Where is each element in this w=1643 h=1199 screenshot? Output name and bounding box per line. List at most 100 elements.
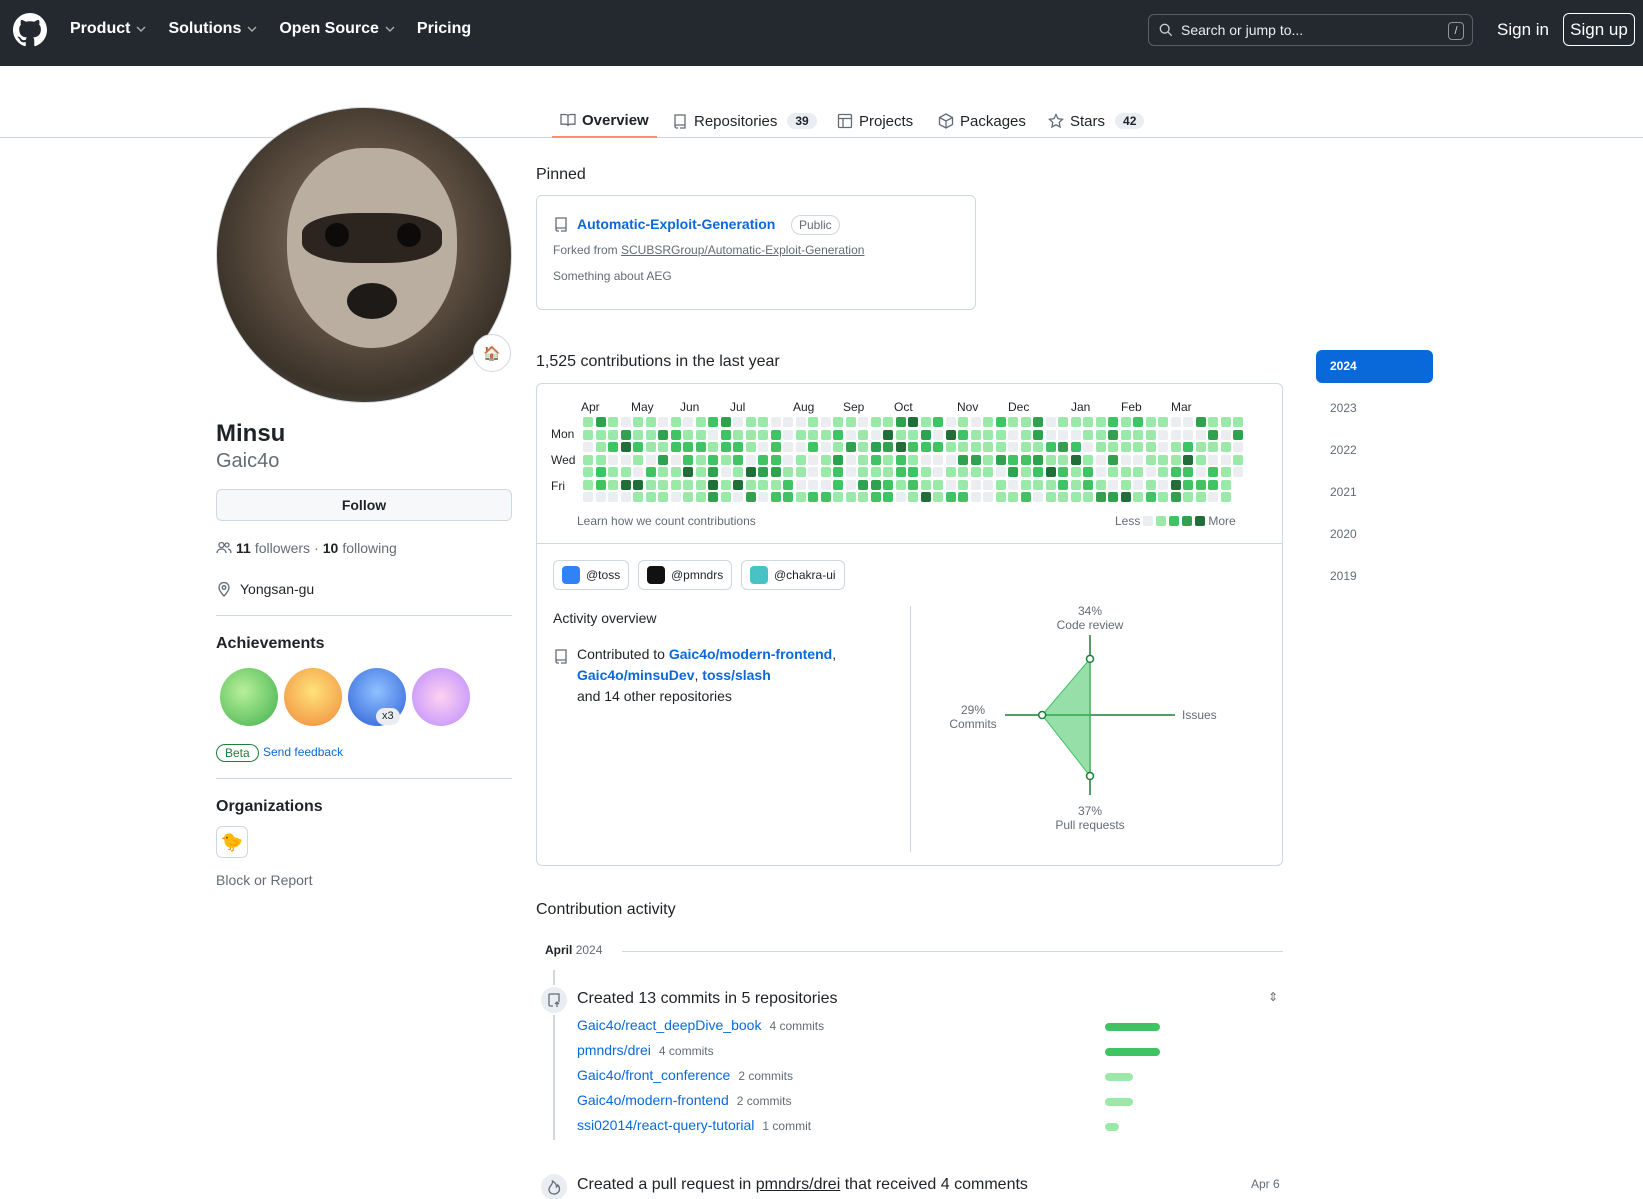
contribution-day-cell[interactable] <box>683 479 693 490</box>
contribution-day-cell[interactable] <box>758 429 768 440</box>
contribution-day-cell[interactable] <box>1183 492 1193 502</box>
contribution-day-cell[interactable] <box>708 417 718 427</box>
contribution-day-cell[interactable] <box>808 467 818 477</box>
contribution-day-cell[interactable] <box>583 492 593 502</box>
contribution-day-cell[interactable] <box>658 429 668 440</box>
contribution-day-cell[interactable] <box>945 442 956 452</box>
contribution-day-cell[interactable] <box>1145 417 1156 427</box>
contribution-day-cell[interactable] <box>770 429 781 440</box>
contribution-day-cell[interactable] <box>883 454 893 465</box>
contribution-day-cell[interactable] <box>1233 442 1243 452</box>
contribution-day-cell[interactable] <box>920 479 931 490</box>
contribution-day-cell[interactable] <box>883 479 893 490</box>
contribution-day-cell[interactable] <box>870 454 881 465</box>
contribution-day-cell[interactable] <box>595 492 606 502</box>
contribution-day-cell[interactable] <box>1095 479 1106 490</box>
contribution-day-cell[interactable] <box>720 429 731 440</box>
contribution-day-cell[interactable] <box>1020 492 1031 502</box>
contribution-day-cell[interactable] <box>895 417 906 427</box>
contribution-day-cell[interactable] <box>670 479 681 490</box>
contribution-day-cell[interactable] <box>833 442 843 452</box>
contribution-day-cell[interactable] <box>720 442 731 452</box>
contribution-day-cell[interactable] <box>633 479 643 490</box>
contribution-day-cell[interactable] <box>1145 454 1156 465</box>
contribution-day-cell[interactable] <box>1195 442 1206 452</box>
contribution-day-cell[interactable] <box>1133 417 1143 427</box>
contribution-day-cell[interactable] <box>1220 429 1231 440</box>
contribution-day-cell[interactable] <box>670 467 681 477</box>
contribution-day-cell[interactable] <box>883 492 893 502</box>
commit-count[interactable]: 2 commits <box>738 1069 793 1083</box>
contribution-day-cell[interactable] <box>1070 417 1081 427</box>
contribution-day-cell[interactable] <box>670 492 681 502</box>
contribution-day-cell[interactable] <box>870 417 881 427</box>
contribution-day-cell[interactable] <box>1195 492 1206 502</box>
contribution-day-cell[interactable] <box>1083 417 1093 427</box>
contribution-day-cell[interactable] <box>1220 442 1231 452</box>
contribution-day-cell[interactable] <box>1133 442 1143 452</box>
contribution-day-cell[interactable] <box>708 492 718 502</box>
contribution-day-cell[interactable] <box>1070 492 1081 502</box>
contribution-day-cell[interactable] <box>833 479 843 490</box>
contribution-day-cell[interactable] <box>695 479 706 490</box>
contribution-day-cell[interactable] <box>1183 442 1193 452</box>
commit-repo-link[interactable]: Gaic4o/front_conference <box>577 1067 730 1083</box>
contributed-repo-link[interactable]: Gaic4o/minsuDev <box>577 667 695 683</box>
contribution-day-cell[interactable] <box>1058 417 1068 427</box>
contribution-day-cell[interactable] <box>608 492 618 502</box>
contribution-day-cell[interactable] <box>783 492 793 502</box>
contribution-day-cell[interactable] <box>1095 429 1106 440</box>
contribution-day-cell[interactable] <box>633 467 643 477</box>
contribution-day-cell[interactable] <box>1120 454 1131 465</box>
contribution-day-cell[interactable] <box>733 454 743 465</box>
contribution-day-cell[interactable] <box>933 492 943 502</box>
contribution-day-cell[interactable] <box>770 479 781 490</box>
contributed-repo-link[interactable]: toss/slash <box>702 667 770 683</box>
contribution-day-cell[interactable] <box>958 417 968 427</box>
contribution-day-cell[interactable] <box>883 417 893 427</box>
contribution-day-cell[interactable] <box>908 467 918 477</box>
contribution-day-cell[interactable] <box>958 492 968 502</box>
contribution-day-cell[interactable] <box>870 479 881 490</box>
commit-repo-link[interactable]: pmndrs/drei <box>577 1042 651 1058</box>
contribution-day-cell[interactable] <box>645 467 656 477</box>
year-button-2019[interactable]: 2019 <box>1316 560 1433 593</box>
contribution-day-cell[interactable] <box>608 417 618 427</box>
contribution-day-cell[interactable] <box>758 417 768 427</box>
contribution-day-cell[interactable] <box>870 492 881 502</box>
contribution-day-cell[interactable] <box>820 467 831 477</box>
commit-count[interactable]: 4 commits <box>769 1019 824 1033</box>
contribution-day-cell[interactable] <box>1133 467 1143 477</box>
contribution-day-cell[interactable] <box>733 479 743 490</box>
contribution-day-cell[interactable] <box>958 454 968 465</box>
contribution-day-cell[interactable] <box>1158 442 1168 452</box>
contribution-day-cell[interactable] <box>683 417 693 427</box>
contribution-day-cell[interactable] <box>1058 492 1068 502</box>
contribution-day-cell[interactable] <box>1183 479 1193 490</box>
contribution-day-cell[interactable] <box>795 442 806 452</box>
contribution-day-cell[interactable] <box>833 417 843 427</box>
contribution-day-cell[interactable] <box>620 417 631 427</box>
contribution-day-cell[interactable] <box>745 417 756 427</box>
contribution-day-cell[interactable] <box>1033 454 1043 465</box>
contribution-day-cell[interactable] <box>695 429 706 440</box>
contribution-day-cell[interactable] <box>1120 467 1131 477</box>
contribution-day-cell[interactable] <box>970 492 981 502</box>
year-button-2023[interactable]: 2023 <box>1316 392 1433 425</box>
year-button-2022[interactable]: 2022 <box>1316 434 1433 467</box>
contribution-day-cell[interactable] <box>683 467 693 477</box>
contribution-day-cell[interactable] <box>845 467 856 477</box>
contribution-day-cell[interactable] <box>870 467 881 477</box>
contribution-day-cell[interactable] <box>745 442 756 452</box>
contribution-day-cell[interactable] <box>658 417 668 427</box>
contribution-day-cell[interactable] <box>1158 429 1168 440</box>
contribution-day-cell[interactable] <box>633 442 643 452</box>
contribution-day-cell[interactable] <box>1095 442 1106 452</box>
contribution-day-cell[interactable] <box>683 454 693 465</box>
contribution-day-cell[interactable] <box>995 417 1006 427</box>
contribution-day-cell[interactable] <box>1195 429 1206 440</box>
contribution-day-cell[interactable] <box>595 429 606 440</box>
contribution-day-cell[interactable] <box>1170 492 1181 502</box>
contribution-day-cell[interactable] <box>758 479 768 490</box>
contribution-day-cell[interactable] <box>1208 454 1218 465</box>
